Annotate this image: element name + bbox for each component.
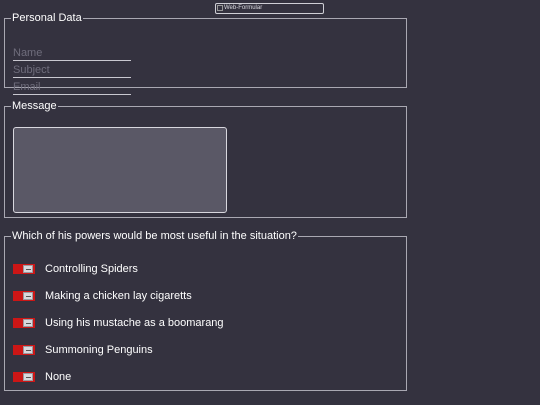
power-option-label: Controlling Spiders (45, 263, 138, 275)
name-field[interactable] (13, 45, 131, 61)
power-option-label: Using his mustache as a boomarang (45, 317, 224, 329)
message-fieldset: Message (4, 100, 407, 218)
power-option-chicken-cigaretts[interactable]: Making a chicken lay cigaretts (13, 289, 192, 303)
power-option-controlling-spiders[interactable]: Controlling Spiders (13, 262, 138, 276)
broken-image-icon (217, 5, 223, 11)
toggle-switch-icon[interactable] (13, 345, 35, 355)
header-image-alt: Web-Formular (224, 5, 263, 11)
power-option-summoning-penguins[interactable]: Summoning Penguins (13, 343, 153, 357)
subject-field[interactable] (13, 62, 131, 78)
personal-data-legend: Personal Data (12, 12, 82, 24)
personal-data-fieldset: Personal Data (4, 12, 407, 95)
power-option-label: Summoning Penguins (45, 344, 153, 356)
toggle-switch-icon[interactable] (13, 318, 35, 328)
power-option-none[interactable]: None (13, 370, 71, 384)
email-field[interactable] (13, 79, 131, 95)
message-textarea[interactable] (13, 127, 227, 213)
power-option-label: Making a chicken lay cigaretts (45, 290, 192, 302)
power-option-label: None (45, 371, 72, 383)
powers-fieldset: Which of his powers would be most useful… (4, 230, 407, 391)
toggle-switch-icon[interactable] (13, 291, 35, 301)
toggle-switch-icon[interactable] (13, 372, 35, 382)
message-legend: Message (12, 100, 57, 112)
powers-question-legend: Which of his powers would be most useful… (12, 230, 297, 242)
power-option-mustache-boomarang[interactable]: Using his mustache as a boomarang (13, 316, 224, 330)
toggle-switch-icon[interactable] (13, 264, 35, 274)
